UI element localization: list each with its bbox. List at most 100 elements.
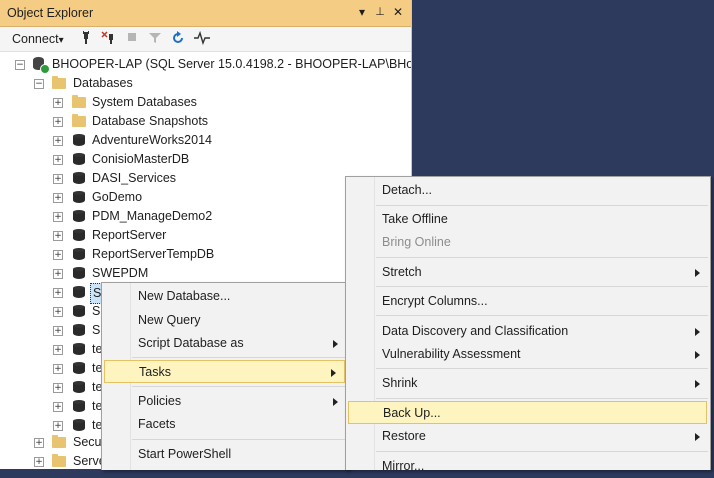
database-icon bbox=[73, 134, 85, 147]
expand-icon[interactable]: + bbox=[53, 117, 63, 127]
tasks-submenu: Detach... Take Offline Bring Online Stre… bbox=[345, 176, 711, 473]
expand-icon[interactable]: + bbox=[53, 421, 63, 431]
menu-item-restore[interactable]: Restore bbox=[346, 425, 710, 448]
expand-icon[interactable]: + bbox=[53, 174, 63, 184]
expand-icon[interactable]: + bbox=[53, 307, 63, 317]
chevron-down-icon: ▾ bbox=[58, 35, 64, 46]
menu-separator bbox=[376, 257, 708, 258]
tree-node-label: Database Snapshots bbox=[92, 114, 209, 128]
database-icon bbox=[73, 267, 85, 280]
connect-label: Connect bbox=[12, 32, 59, 46]
database-icon bbox=[73, 210, 85, 223]
close-icon[interactable]: ✕ bbox=[391, 5, 405, 19]
submenu-arrow-icon bbox=[695, 269, 700, 277]
refresh-icon[interactable] bbox=[170, 31, 186, 47]
submenu-arrow-icon bbox=[695, 433, 700, 441]
expand-icon[interactable]: + bbox=[34, 457, 44, 467]
expand-icon[interactable]: + bbox=[34, 438, 44, 448]
collapse-icon[interactable]: − bbox=[15, 60, 25, 70]
expand-icon[interactable]: + bbox=[53, 345, 63, 355]
tree-node-label: ConisioMasterDB bbox=[92, 152, 190, 166]
database-icon bbox=[73, 400, 85, 413]
menu-item-new-query[interactable]: New Query bbox=[102, 309, 348, 332]
panel-title: Object Explorer bbox=[7, 6, 94, 20]
disconnect-icon[interactable] bbox=[101, 31, 117, 47]
menu-separator bbox=[376, 398, 708, 399]
tree-node-label: SWEPDM bbox=[92, 266, 149, 280]
expand-icon[interactable]: + bbox=[53, 155, 63, 165]
filter-icon bbox=[147, 31, 163, 47]
expand-icon[interactable]: + bbox=[53, 288, 63, 298]
connect-plug-icon[interactable] bbox=[78, 31, 94, 47]
menu-item-vulnerability-assessment[interactable]: Vulnerability Assessment bbox=[346, 343, 710, 366]
menu-item-tasks[interactable]: Tasks bbox=[104, 360, 345, 383]
expand-icon[interactable]: + bbox=[53, 231, 63, 241]
submenu-arrow-icon bbox=[695, 380, 700, 388]
server-connected-icon bbox=[33, 57, 50, 74]
expand-icon[interactable]: + bbox=[53, 326, 63, 336]
database-context-menu: New Database... New Query Script Databas… bbox=[101, 282, 349, 470]
folder-icon bbox=[52, 454, 66, 467]
menu-item-policies[interactable]: Policies bbox=[102, 390, 348, 413]
menu-separator bbox=[132, 357, 346, 358]
tree-node-label: GoDemo bbox=[92, 190, 143, 204]
collapse-icon[interactable]: − bbox=[34, 79, 44, 89]
menu-item-mirror[interactable]: Mirror... bbox=[346, 455, 710, 478]
menu-item-bring-online: Bring Online bbox=[382, 235, 451, 249]
menu-item-facets[interactable]: Facets bbox=[102, 413, 348, 436]
tree-node-label: System Databases bbox=[92, 95, 197, 109]
database-icon bbox=[73, 419, 85, 432]
submenu-arrow-icon bbox=[695, 328, 700, 336]
menu-separator bbox=[376, 205, 708, 206]
tree-node-database-snapshots[interactable]: + Database Snapshots bbox=[0, 112, 411, 131]
menu-item-data-discovery-classification[interactable]: Data Discovery and Classification bbox=[346, 320, 710, 343]
menu-item-take-offline[interactable]: Take Offline bbox=[346, 208, 710, 231]
folder-icon bbox=[52, 76, 66, 89]
object-explorer-titlebar: Object Explorer ▾ ⊥ ✕ bbox=[0, 0, 411, 27]
expand-icon[interactable]: + bbox=[53, 250, 63, 260]
expand-icon[interactable]: + bbox=[53, 193, 63, 203]
database-icon bbox=[73, 343, 85, 356]
tree-node-database[interactable]: + AdventureWorks2014 bbox=[0, 131, 411, 150]
expand-icon[interactable]: + bbox=[53, 136, 63, 146]
menu-item-shrink[interactable]: Shrink bbox=[346, 372, 710, 395]
menu-item-encrypt-columns[interactable]: Encrypt Columns... bbox=[346, 290, 710, 313]
tree-node-label: S bbox=[92, 323, 101, 337]
database-icon bbox=[73, 305, 85, 318]
menu-item-detach[interactable]: Detach... bbox=[346, 179, 710, 202]
expand-icon[interactable]: + bbox=[53, 364, 63, 374]
expand-icon[interactable]: + bbox=[53, 212, 63, 222]
menu-item-back-up[interactable]: Back Up... bbox=[348, 401, 707, 424]
auto-hide-pin-icon[interactable]: ⊥ bbox=[373, 5, 387, 19]
tree-node-label: DASI_Services bbox=[92, 171, 177, 185]
stop-icon bbox=[124, 31, 140, 47]
expand-icon[interactable]: + bbox=[53, 269, 63, 279]
window-position-dropdown-icon[interactable]: ▾ bbox=[355, 5, 369, 19]
menu-item-script-database-as[interactable]: Script Database as bbox=[102, 332, 348, 355]
menu-separator bbox=[376, 315, 708, 316]
tree-node-system-databases[interactable]: + System Databases bbox=[0, 93, 411, 112]
connect-button[interactable]: Connect▾ bbox=[12, 32, 64, 46]
tree-node-label: PDM_ManageDemo2 bbox=[92, 209, 213, 223]
folder-icon bbox=[52, 435, 66, 448]
database-icon bbox=[73, 381, 85, 394]
menu-item-stretch[interactable]: Stretch bbox=[346, 261, 710, 284]
server-label: BHOOPER-LAP (SQL Server 15.0.4198.2 - BH… bbox=[52, 57, 411, 71]
activity-monitor-icon[interactable] bbox=[193, 30, 210, 47]
tree-node-label: S bbox=[92, 304, 101, 318]
menu-separator bbox=[376, 286, 708, 287]
database-icon bbox=[73, 286, 85, 299]
tree-node-databases[interactable]: − Databases bbox=[0, 74, 411, 93]
expand-icon[interactable]: + bbox=[53, 402, 63, 412]
expand-icon[interactable]: + bbox=[53, 383, 63, 393]
database-icon bbox=[73, 172, 85, 185]
database-icon bbox=[73, 324, 85, 337]
expand-icon[interactable]: + bbox=[53, 98, 63, 108]
tree-node-label: AdventureWorks2014 bbox=[92, 133, 212, 147]
tree-node-label: Secu bbox=[73, 435, 102, 449]
menu-item-start-powershell[interactable]: Start PowerShell bbox=[102, 443, 348, 466]
tree-node-server[interactable]: − BHOOPER-LAP (SQL Server 15.0.4198.2 - … bbox=[0, 55, 411, 74]
menu-item-new-database[interactable]: New Database... bbox=[102, 285, 348, 308]
tree-node-database[interactable]: + ConisioMasterDB bbox=[0, 150, 411, 169]
tree-node-label: ReportServerTempDB bbox=[92, 247, 215, 261]
